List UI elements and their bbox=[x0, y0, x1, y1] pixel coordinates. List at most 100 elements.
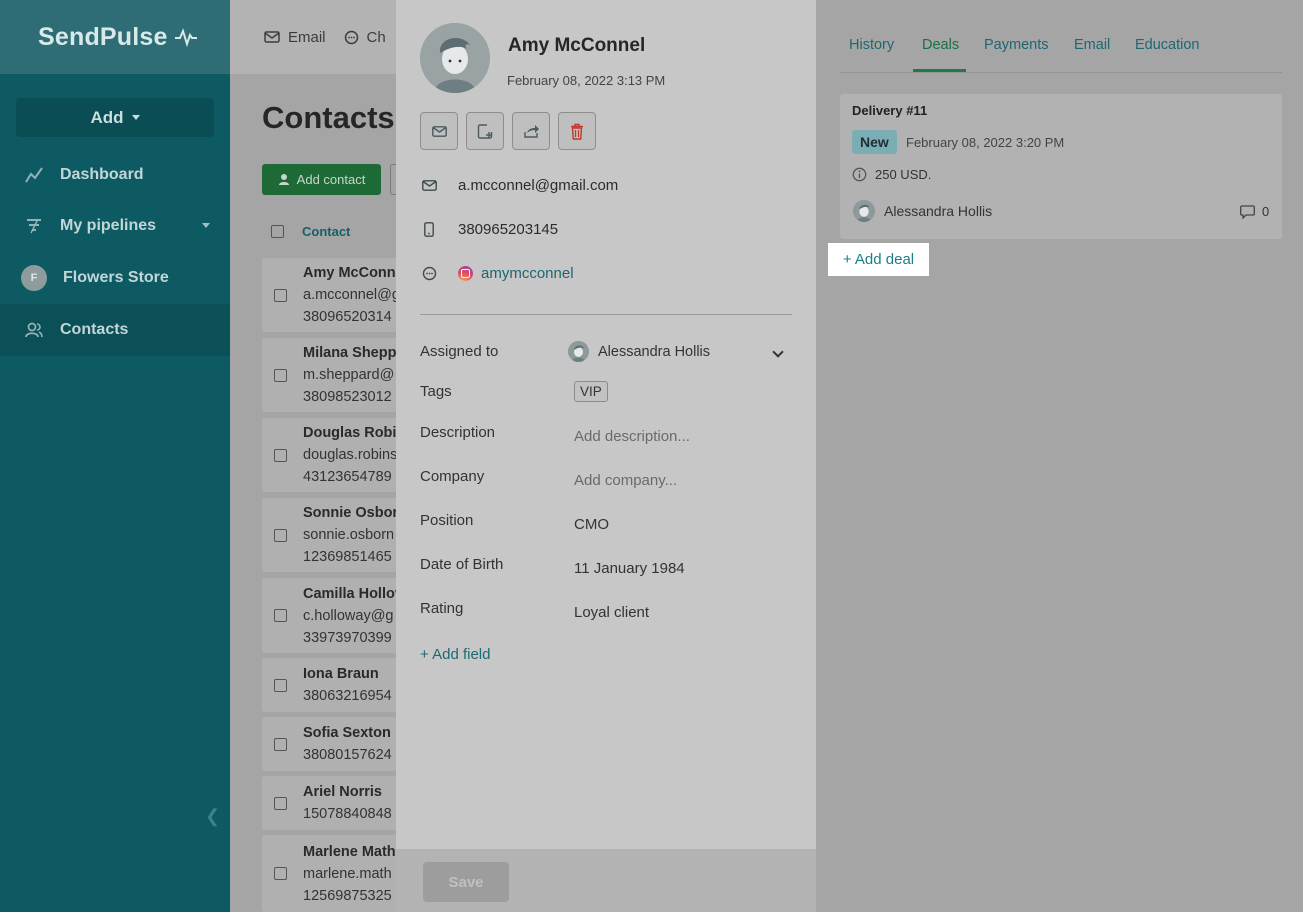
page-title: Contacts bbox=[262, 100, 395, 135]
description-label: Description bbox=[420, 424, 496, 441]
contact-row[interactable]: Marlene Math marlene.math 12569875325 bbox=[262, 835, 402, 912]
topbar-email-label: Email bbox=[288, 28, 326, 46]
tab-email[interactable]: Email bbox=[1074, 37, 1110, 53]
row-checkbox[interactable] bbox=[274, 678, 287, 692]
row-checkbox[interactable] bbox=[274, 448, 287, 462]
instagram-link[interactable]: amymcconnel bbox=[481, 265, 574, 282]
row-checkbox[interactable] bbox=[274, 737, 287, 751]
chat-icon bbox=[344, 30, 358, 44]
contact-name: Sofia Sexton bbox=[303, 725, 391, 741]
phone-icon bbox=[420, 220, 438, 238]
chart-line-icon bbox=[24, 165, 44, 185]
contact-phone: 33973970399 bbox=[303, 629, 392, 646]
chevron-down-icon bbox=[202, 223, 210, 228]
deal-owner-name: Alessandra Hollis bbox=[884, 203, 993, 219]
pipeline-icon bbox=[24, 216, 44, 236]
deal-title[interactable]: Delivery #11 bbox=[852, 103, 927, 118]
contact-name: Douglas Robi bbox=[303, 425, 397, 441]
rating-value[interactable]: Loyal client bbox=[574, 604, 649, 621]
contact-row[interactable]: Sofia Sexton 38080157624 bbox=[262, 717, 402, 771]
share-icon bbox=[523, 125, 539, 138]
contact-messenger-line[interactable]: amymcconnel bbox=[420, 264, 574, 282]
row-checkbox[interactable] bbox=[274, 609, 287, 622]
topbar-chat[interactable]: Ch bbox=[344, 29, 386, 46]
contact-phone-value: 380965203145 bbox=[458, 220, 559, 238]
contact-name: Iona Braun bbox=[303, 666, 379, 682]
contact-row[interactable]: Ariel Norris 15078840848 bbox=[262, 776, 402, 830]
share-button[interactable] bbox=[512, 112, 550, 150]
company-input[interactable]: Add company... bbox=[574, 472, 677, 489]
contact-created-date: February 08, 2022 3:13 PM bbox=[507, 73, 666, 88]
contact-row[interactable]: Amy McConn a.mcconnel@g 38096520314 bbox=[262, 258, 402, 332]
person-icon bbox=[420, 23, 490, 93]
row-checkbox[interactable] bbox=[274, 796, 287, 810]
deal-comments[interactable]: 0 bbox=[1240, 204, 1269, 219]
dob-value[interactable]: 11 January 1984 bbox=[574, 560, 685, 577]
deal-comments-count: 0 bbox=[1262, 204, 1270, 219]
sidebar-item-my-pipelines[interactable]: My pipelines bbox=[0, 200, 230, 252]
trash-icon bbox=[571, 123, 583, 140]
deal-amount-value: 250 USD. bbox=[875, 167, 932, 182]
divider bbox=[420, 314, 792, 315]
contact-email: a.mcconnel@g bbox=[303, 287, 400, 303]
topbar-email[interactable]: Email bbox=[264, 29, 326, 46]
tab-deals[interactable]: Deals bbox=[922, 37, 959, 53]
add-contact-label: Add contact bbox=[296, 172, 366, 187]
company-label: Company bbox=[420, 468, 485, 485]
contact-phone: 38063216954 bbox=[303, 688, 392, 704]
contact-email: c.holloway@g bbox=[303, 607, 394, 624]
delete-button[interactable] bbox=[558, 112, 596, 150]
tab-history[interactable]: History bbox=[849, 37, 894, 53]
add-field-link[interactable]: + Add field bbox=[420, 646, 490, 663]
list-header: Contact bbox=[262, 215, 402, 247]
contact-email-value: a.mcconnel@gmail.com bbox=[458, 176, 619, 194]
sendpulse-logo[interactable]: SendPulse bbox=[38, 23, 197, 52]
save-button[interactable]: Save bbox=[423, 862, 509, 902]
select-all-checkbox[interactable] bbox=[271, 224, 284, 238]
contact-name: Sonnie Osbor bbox=[303, 505, 399, 521]
send-email-button[interactable] bbox=[420, 112, 458, 150]
sidebar-item-flowers-store[interactable]: F Flowers Store bbox=[0, 252, 230, 304]
instagram-icon bbox=[458, 265, 473, 281]
contact-email: sonnie.osborn bbox=[303, 527, 395, 543]
contact-phone: 12569875325 bbox=[303, 887, 392, 904]
contact-phone: 12369851465 bbox=[303, 549, 392, 565]
tab-payments[interactable]: Payments bbox=[984, 37, 1048, 53]
envelope-icon bbox=[431, 125, 447, 137]
active-tab-indicator bbox=[913, 69, 966, 72]
contact-email-line[interactable]: a.mcconnel@gmail.com bbox=[420, 176, 618, 194]
add-button[interactable]: Add bbox=[16, 98, 214, 137]
sidebar-item-dashboard[interactable]: Dashboard bbox=[0, 149, 230, 201]
contact-row[interactable]: Iona Braun 38063216954 bbox=[262, 658, 402, 712]
tag-vip[interactable]: VIP bbox=[574, 381, 608, 402]
contact-phone-line[interactable]: 380965203145 bbox=[420, 220, 558, 238]
sidebar-item-contacts[interactable]: Contacts bbox=[0, 304, 230, 356]
contact-phone: 38080157624 bbox=[303, 747, 392, 763]
add-to-list-button[interactable] bbox=[466, 112, 504, 150]
position-value[interactable]: CMO bbox=[574, 516, 609, 533]
row-checkbox[interactable] bbox=[274, 867, 287, 880]
assignee-avatar bbox=[568, 341, 589, 362]
chevron-down-icon bbox=[131, 115, 140, 120]
info-icon bbox=[852, 167, 867, 182]
deal-status-badge: New bbox=[852, 130, 897, 154]
assigned-select[interactable]: Alessandra Hollis bbox=[568, 341, 710, 362]
contact-row[interactable]: Sonnie Osbor sonnie.osborn 12369851465 bbox=[262, 498, 402, 572]
collapse-sidebar-icon[interactable]: ❮ bbox=[205, 806, 220, 827]
add-contact-button[interactable]: Add contact bbox=[262, 164, 381, 195]
sidebar: SendPulse Add Dashboard My pipelines F F… bbox=[0, 0, 230, 912]
contact-row[interactable]: Douglas Robi douglas.robins 43123654789 bbox=[262, 418, 402, 492]
tab-education[interactable]: Education bbox=[1135, 37, 1200, 53]
add-deal-button[interactable]: + Add deal bbox=[828, 243, 929, 276]
contact-row[interactable]: Milana Shepp m.sheppard@ 38098523012 bbox=[262, 338, 402, 412]
assigned-label: Assigned to bbox=[420, 343, 499, 360]
sidebar-item-label: My pipelines bbox=[60, 217, 157, 234]
column-contact[interactable]: Contact bbox=[302, 224, 350, 239]
contact-name: Ariel Norris bbox=[303, 784, 382, 800]
description-input[interactable]: Add description... bbox=[574, 428, 690, 445]
row-checkbox[interactable] bbox=[274, 528, 287, 542]
envelope-icon bbox=[264, 31, 280, 43]
contact-row[interactable]: Camilla Hollov c.holloway@g 33973970399 bbox=[262, 578, 402, 653]
row-checkbox[interactable] bbox=[274, 288, 287, 302]
row-checkbox[interactable] bbox=[274, 368, 287, 382]
